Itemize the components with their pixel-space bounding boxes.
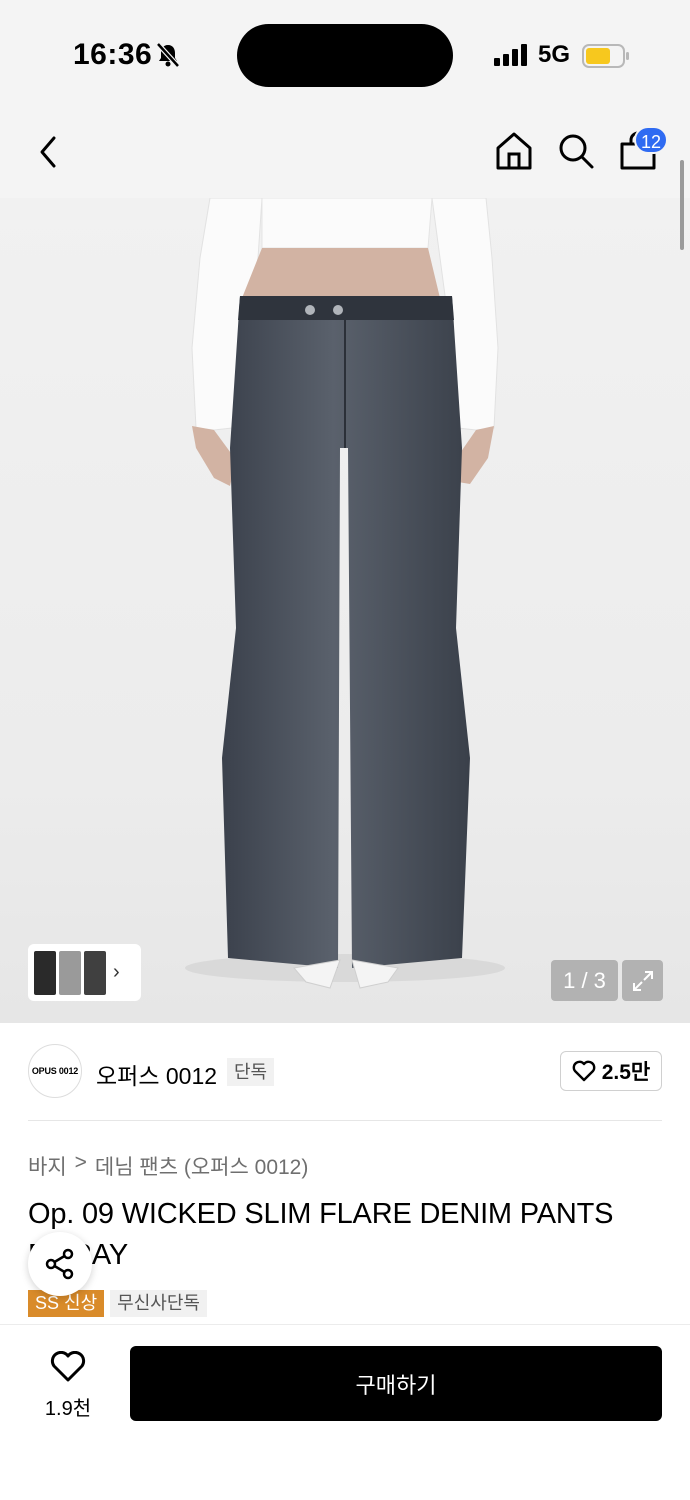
signal-icon — [494, 44, 528, 71]
brand-like-count: 2.5만 — [601, 1061, 651, 1084]
share-button[interactable] — [28, 1232, 92, 1296]
bell-muted-icon — [156, 42, 180, 73]
breadcrumb-separator: > — [74, 1151, 87, 1174]
home-icon[interactable] — [494, 130, 534, 177]
page-scrollbar[interactable] — [680, 160, 684, 250]
search-icon[interactable] — [556, 130, 596, 177]
top-nav: 12 — [0, 110, 690, 198]
status-time: 16:36 — [73, 38, 153, 71]
thumbnail-gray[interactable] — [59, 950, 81, 995]
heart-icon — [572, 1060, 596, 1082]
product-title: Op. 09 WICKED SLIM FLARE DENIM PANTS DGR… — [28, 1198, 614, 1271]
heart-icon — [50, 1350, 86, 1382]
image-counter: 1 / 3 — [551, 960, 618, 1001]
brand-logo[interactable]: OPUS 0012 — [28, 1044, 82, 1098]
chevron-right-icon[interactable]: › — [113, 961, 120, 984]
exclusive-tag: 단독 — [227, 1058, 275, 1086]
product-image[interactable] — [0, 198, 690, 1023]
cart-count-badge: 12 — [634, 126, 668, 154]
status-bar: 16:36 5G — [0, 0, 690, 110]
brand-like-button[interactable]: 2.5만 — [560, 1051, 662, 1091]
brand-name[interactable]: 오퍼스 0012 — [96, 1057, 217, 1091]
wishlist-count: 1.9천 — [44, 1398, 92, 1420]
color-options-thumbnails[interactable]: › — [28, 944, 141, 1001]
breadcrumb-subcategory[interactable]: 데님 팬츠 (오퍼스 0012) — [95, 1151, 308, 1181]
buy-button[interactable]: 구매하기 — [130, 1346, 662, 1421]
expand-icon[interactable] — [622, 960, 663, 1001]
network-type: 5G — [538, 41, 571, 68]
thumbnail-black[interactable] — [34, 950, 56, 995]
battery-icon — [582, 44, 630, 73]
breadcrumb-category[interactable]: 바지 — [28, 1151, 67, 1181]
thumbnail-dark[interactable] — [84, 950, 106, 995]
back-button[interactable] — [32, 132, 68, 172]
bottom-action-bar: 1.9천 구매하기 — [0, 1324, 690, 1500]
divider — [28, 1120, 662, 1121]
wishlist-button[interactable]: 1.9천 — [36, 1350, 100, 1421]
tag-musinsa-exclusive: 무신사단독 — [110, 1290, 207, 1317]
dynamic-island — [237, 24, 453, 87]
breadcrumb: 바지 > 데님 팬츠 (오퍼스 0012) — [28, 1151, 308, 1181]
share-icon — [45, 1248, 74, 1280]
